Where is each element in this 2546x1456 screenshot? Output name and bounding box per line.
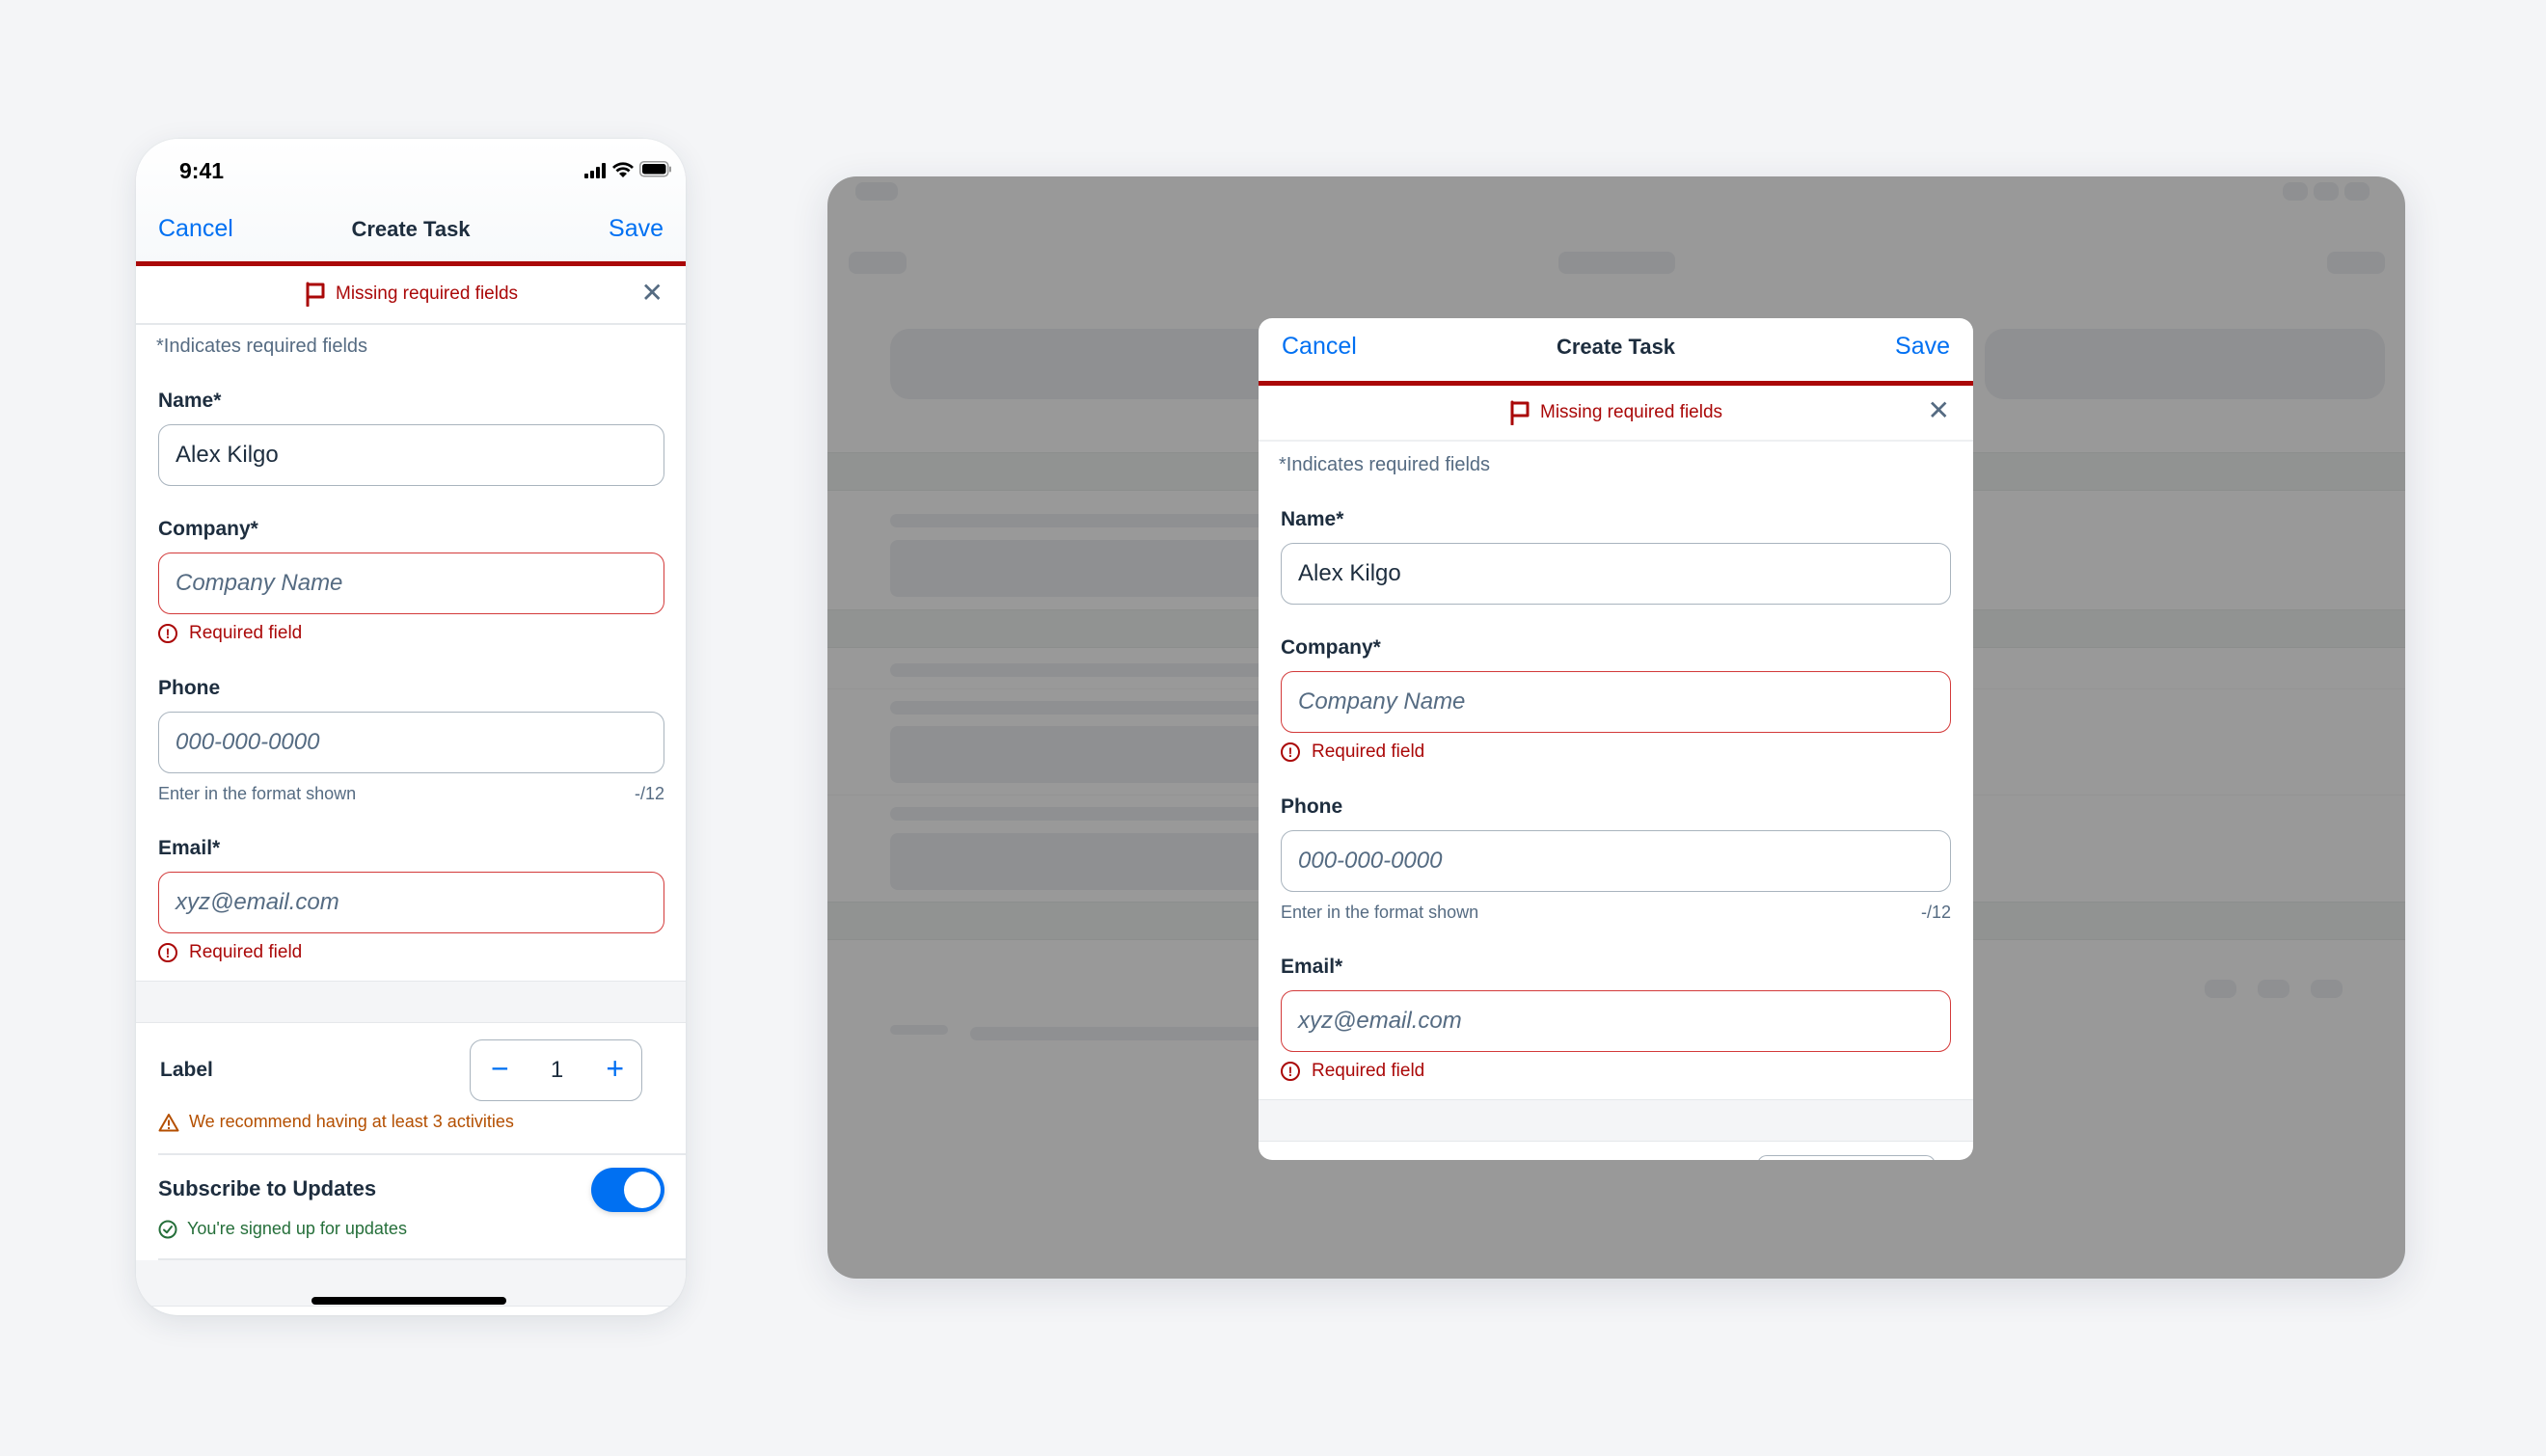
company-placeholder: Company Name [1298,688,1466,715]
name-label: Name* [1281,508,1344,530]
company-input[interactable]: Company Name [1281,671,1951,733]
close-icon[interactable]: ✕ [1928,397,1950,424]
skeleton-nav [1558,252,1675,274]
company-label: Company* [158,518,258,540]
skeleton-status [2344,182,2370,201]
email-label: Email* [158,837,221,859]
name-label: Name* [158,390,222,412]
phone-label: Phone [1281,795,1343,818]
phone-input[interactable]: 000-000-0000 [158,712,664,773]
skeleton-toolbar-item [2311,980,2343,998]
phone-placeholder: 000-000-0000 [176,729,320,755]
page-title: Create Task [351,217,471,241]
message-banner: Missing required fields ✕ [136,266,686,325]
quantity-stepper: − 1 + [470,1039,642,1101]
skeleton-toolbar-item [2205,980,2236,998]
banner-message: Missing required fields [336,283,519,304]
stepper-partial [1757,1155,1936,1160]
company-error-text: Required field [1312,741,1425,762]
subscribe-success-text: You're signed up for updates [187,1219,407,1238]
email-input[interactable]: xyz@email.com [158,872,664,933]
company-placeholder: Company Name [176,570,343,596]
section-separator [1259,1099,1973,1142]
name-value: Alex Kilgo [176,442,279,468]
subscribe-success: You're signed up for updates [158,1219,407,1239]
skeleton-toolbar-item [2258,980,2289,998]
create-task-dialog: Cancel Create Task Save Missing required… [1259,318,1973,1160]
phone-helper-text: Enter in the format shown [158,784,357,803]
name-input[interactable]: Alex Kilgo [1281,543,1951,605]
status-time: 9:41 [179,158,225,183]
toggle-knob [624,1172,661,1208]
divider [158,1153,686,1155]
error-icon: ! [1281,742,1300,762]
skeleton-nav [2327,252,2385,274]
save-button[interactable]: Save [609,215,664,243]
phone-char-counter: -/12 [634,784,664,803]
email-placeholder: xyz@email.com [1298,1008,1462,1034]
subscribe-label: Subscribe to Updates [158,1176,377,1200]
name-input[interactable]: Alex Kilgo [158,424,664,486]
dialog-save-button[interactable]: Save [1895,333,1950,361]
skeleton-nav [849,252,907,274]
dialog-title: Create Task [1556,335,1676,359]
subscribe-toggle[interactable] [591,1168,664,1212]
increment-button[interactable]: + [606,1053,624,1084]
phone-char-counter: -/12 [1920,903,1951,922]
phone-input[interactable]: 000-000-0000 [1281,830,1951,892]
wifi-icon [612,162,634,177]
phone-helper-text: Enter in the format shown [1281,903,1479,922]
name-value: Alex Kilgo [1298,560,1401,586]
skeleton-line [890,1025,948,1035]
company-error-text: Required field [189,623,303,643]
stepper-warning-text: We recommend having at least 3 activitie… [189,1112,514,1131]
error-icon: ! [1281,1062,1300,1081]
error-icon: ! [158,624,177,643]
stepper-label: Label [160,1059,213,1081]
email-placeholder: xyz@email.com [176,889,339,915]
company-label: Company* [1281,636,1381,659]
skeleton-card [1985,329,2385,399]
required-hint: *Indicates required fields [156,336,368,357]
company-error: ! Required field [1281,741,1424,763]
banner-message: Missing required fields [1540,402,1723,422]
skeleton-status [855,182,898,201]
company-input[interactable]: Company Name [158,553,664,614]
email-input[interactable]: xyz@email.com [1281,990,1951,1052]
stepper-warning: We recommend having at least 3 activitie… [158,1112,514,1132]
company-error: ! Required field [158,623,302,644]
error-icon: ! [158,943,177,962]
email-error: ! Required field [158,942,302,963]
flag-icon [1510,400,1530,425]
section-separator [136,981,686,1023]
check-circle-icon [158,1220,177,1238]
email-label: Email* [1281,956,1343,978]
phone-placeholder: 000-000-0000 [1298,848,1443,874]
close-icon[interactable]: ✕ [641,280,664,307]
message-banner: Missing required fields ✕ [1259,386,1973,442]
phone-label: Phone [158,677,221,699]
home-indicator [311,1297,506,1305]
warning-icon [158,1113,179,1131]
email-error: ! Required field [1281,1061,1424,1082]
flag-icon [306,282,325,307]
battery-icon [639,161,671,177]
skeleton-status [2314,182,2339,201]
skeleton-status [2283,182,2308,201]
email-error-text: Required field [1312,1061,1425,1081]
phone-mockup: 9:41 Cancel Create Task Save Missing req… [136,139,686,1315]
required-hint: *Indicates required fields [1279,454,1491,475]
email-error-text: Required field [189,942,303,962]
